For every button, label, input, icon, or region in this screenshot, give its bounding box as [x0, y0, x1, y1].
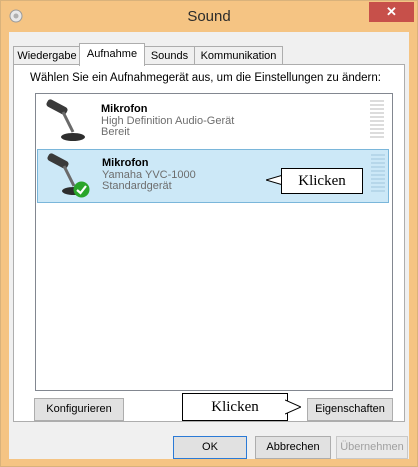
ok-button[interactable]: OK: [173, 436, 247, 459]
apply-button[interactable]: Übernehmen: [336, 436, 408, 459]
device-name: Mikrofon: [101, 103, 148, 115]
properties-callout: Klicken: [182, 393, 288, 421]
microphone-icon: [46, 99, 85, 141]
close-button[interactable]: ✕: [369, 2, 414, 22]
device-list[interactable]: Mikrofon High Definition Audio-Gerät Ber…: [35, 93, 393, 391]
device-callout: Klicken: [281, 168, 363, 194]
window-title: Sound: [187, 8, 231, 25]
device-status: Bereit: [101, 126, 130, 138]
dialog-client-area: Wiedergabe Aufnahme Sounds Kommunikation…: [9, 32, 409, 459]
cancel-button[interactable]: Abbrechen: [255, 436, 331, 459]
tab-aufnahme[interactable]: Aufnahme: [79, 43, 145, 66]
instruction-text: Wählen Sie ein Aufnahmegerät aus, um die…: [30, 72, 381, 84]
close-icon: ✕: [386, 4, 397, 19]
tab-wiedergabe[interactable]: Wiedergabe: [13, 46, 81, 65]
tab-kommunikation[interactable]: Kommunikation: [194, 46, 283, 65]
default-device-check-icon: [73, 181, 90, 198]
sound-dialog: Sound ✕ Wiedergabe Aufnahme Sounds Kommu…: [0, 0, 418, 467]
callout-pointer: [285, 399, 301, 415]
configure-button[interactable]: Konfigurieren: [34, 398, 124, 421]
level-meter: [370, 100, 384, 140]
device-status: Standardgerät: [102, 180, 172, 192]
properties-button[interactable]: Eigenschaften: [307, 398, 393, 421]
level-meter: [371, 154, 385, 194]
device-name: Mikrofon: [102, 157, 149, 169]
title-bar[interactable]: Sound ✕: [1, 1, 417, 32]
tab-sounds[interactable]: Sounds: [143, 46, 196, 65]
device-item-hd-audio[interactable]: Mikrofon High Definition Audio-Gerät Ber…: [37, 96, 389, 148]
